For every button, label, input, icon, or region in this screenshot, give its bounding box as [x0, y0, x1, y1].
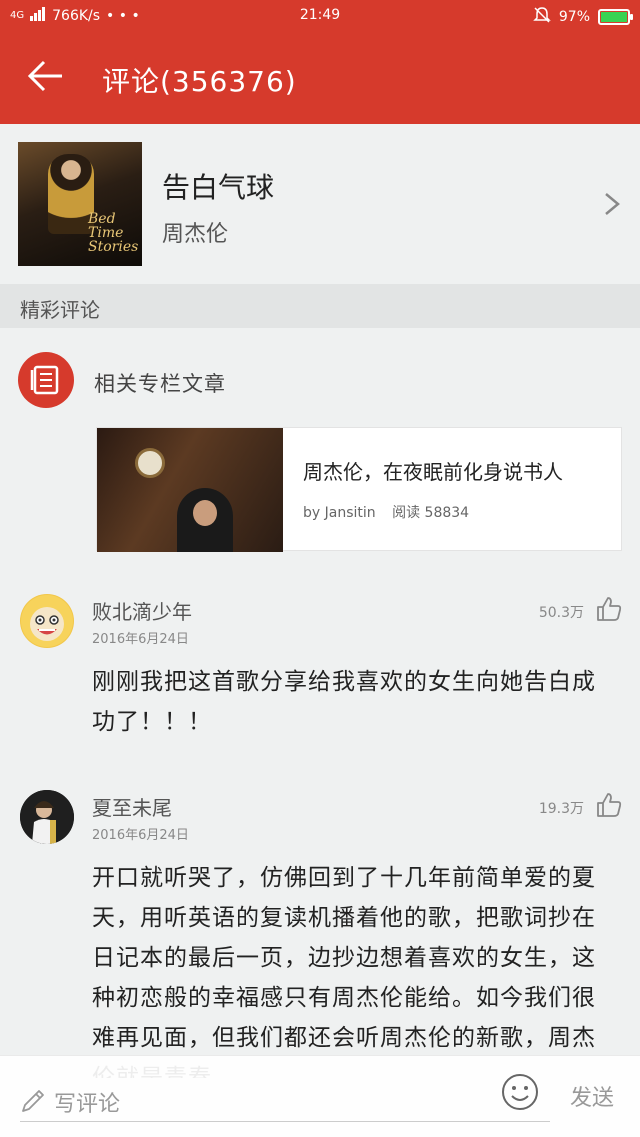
like-count: 19.3万 — [538, 801, 584, 817]
monkey-avatar-icon — [21, 595, 73, 647]
back-button[interactable] — [26, 56, 74, 100]
comment-date: 2016年6月24日 — [92, 828, 189, 843]
article-thumbnail — [97, 428, 283, 552]
cover-title: Bed Time Stories — [88, 211, 139, 255]
album-cover: Bed Time Stories — [18, 142, 142, 266]
article-title: 周杰伦，在夜眠前化身说书人 — [303, 460, 563, 484]
comment-item: 败北滴少年 2016年6月24日 50.3万 刚刚我把这首歌分享给我喜欢的女生向… — [0, 590, 640, 760]
clock-icon — [135, 448, 165, 478]
thumbs-up-icon[interactable] — [596, 792, 622, 818]
comment-text: 开口就听哭了，仿佛回到了十几年前简单爱的夏天，用听英语的复读机播着他的歌，把歌词… — [92, 865, 596, 1078]
section-title: 精彩评论 — [20, 298, 100, 322]
thumbs-up-icon[interactable] — [596, 596, 622, 622]
smiley-icon — [502, 1074, 538, 1110]
battery-icon — [598, 9, 633, 25]
article-icon — [18, 352, 74, 408]
thumbnail-face — [193, 500, 217, 526]
article-card[interactable]: 周杰伦，在夜眠前化身说书人 by Jansitin 阅读 58834 — [96, 427, 622, 552]
comment-text: 刚刚我把这首歌分享给我喜欢的女生向她告白成功了！！！ — [92, 669, 596, 735]
song-info[interactable]: Bed Time Stories 告白气球 周杰伦 — [0, 124, 640, 284]
comment-username[interactable]: 夏至未尾 — [92, 792, 172, 821]
person-avatar-icon — [20, 790, 74, 844]
related-articles-label: 相关专栏文章 — [94, 372, 226, 396]
article-meta: by Jansitin 阅读 58834 — [303, 502, 481, 522]
comment-item: 夏至未尾 2016年6月24日 19.3万 开口就听哭了，仿佛回到了十几年前简单… — [0, 786, 640, 1086]
comment-date: 2016年6月24日 — [92, 632, 189, 647]
article-author: by Jansitin — [303, 505, 376, 521]
status-right: 97% — [533, 6, 633, 28]
status-bar: 4G 766K/s • • • 21:49 97% — [0, 0, 640, 32]
article-reads: 阅读 58834 — [392, 505, 470, 521]
section-header: 精彩评论 — [0, 284, 640, 328]
emoji-button[interactable] — [500, 1072, 540, 1112]
battery-percent: 97% — [558, 9, 590, 25]
like-count: 50.3万 — [538, 605, 584, 621]
avatar[interactable] — [20, 594, 74, 648]
avatar[interactable] — [20, 790, 74, 844]
comment-username[interactable]: 败北滴少年 — [92, 596, 192, 625]
comment-placeholder: 写评论 — [54, 1092, 121, 1117]
song-artist: 周杰伦 — [162, 222, 229, 247]
pencil-icon — [20, 1088, 46, 1114]
comment-input-bar: 写评论 发送 — [0, 1055, 640, 1137]
mute-bell-icon — [533, 6, 551, 28]
back-arrow-icon — [27, 60, 62, 92]
page-title: 评论(356376) — [102, 65, 297, 98]
send-button[interactable]: 发送 — [570, 1080, 614, 1112]
chevron-right-icon[interactable] — [602, 192, 622, 216]
comment-input[interactable]: 写评论 — [20, 1078, 550, 1122]
header: 评论(356376) — [0, 32, 640, 124]
song-title: 告白气球 — [162, 171, 275, 204]
